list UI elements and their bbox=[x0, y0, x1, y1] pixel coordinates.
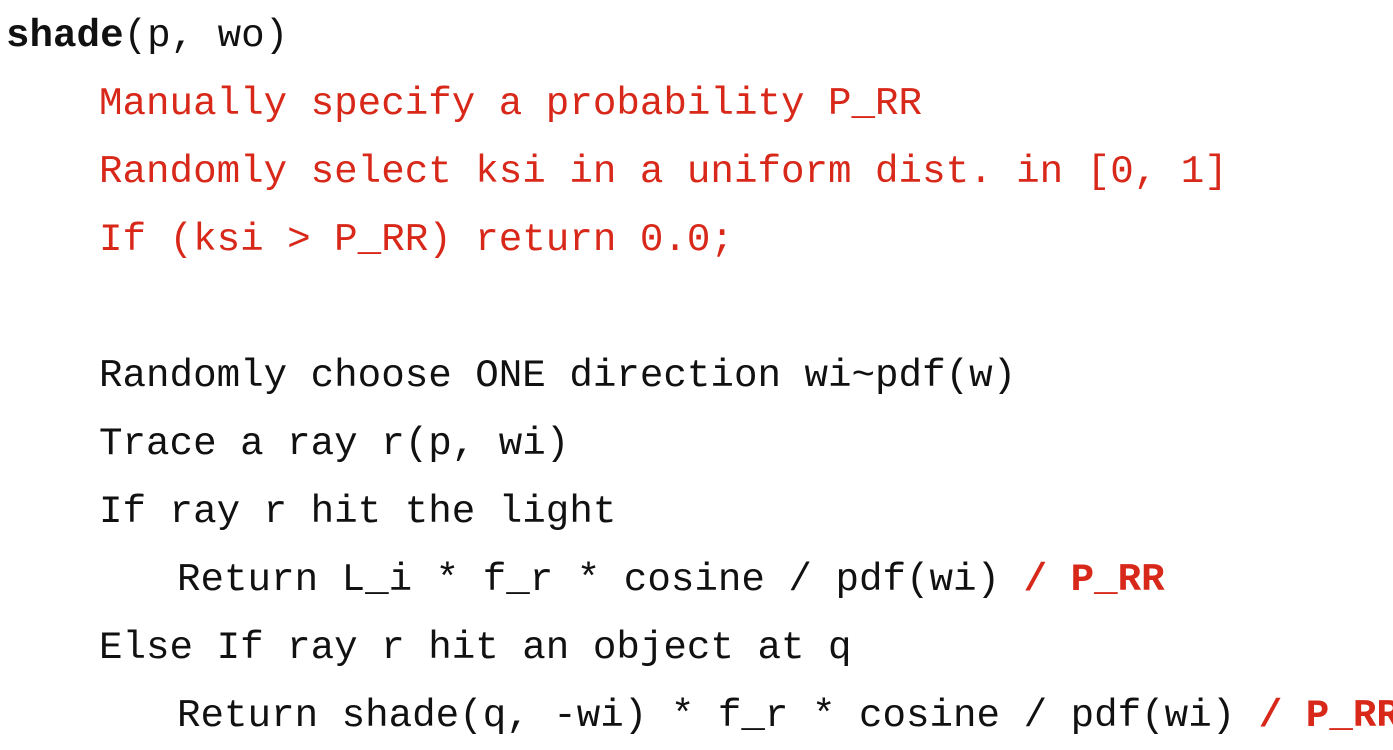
code-token: Randomly select ksi in a uniform dist. i… bbox=[99, 149, 1228, 194]
code-token: If ray r hit the light bbox=[99, 489, 617, 534]
code-line: Return shade(q, -wi) * f_r * cosine / pd… bbox=[0, 682, 1393, 750]
code-token: Else If ray r hit an object at q bbox=[99, 625, 852, 670]
code-token: Manually specify a probability P_RR bbox=[99, 81, 923, 126]
code-token: shade bbox=[6, 13, 124, 58]
pseudocode-block: shade(p, wo) Manually specify a probabili… bbox=[0, 0, 1393, 738]
code-line: Manually specify a probability P_RR bbox=[0, 70, 1393, 138]
code-token: If (ksi > P_RR) return 0.0; bbox=[99, 217, 734, 262]
code-token: (p, wo) bbox=[123, 13, 289, 58]
code-token: Randomly choose ONE direction wi~pdf(w) bbox=[99, 353, 1017, 398]
code-line: If (ksi > P_RR) return 0.0; bbox=[0, 206, 1393, 274]
code-line: shade(p, wo) bbox=[0, 2, 1393, 70]
code-token: Return L_i * f_r * cosine / pdf(wi) bbox=[177, 557, 1024, 602]
code-line: Randomly choose ONE direction wi~pdf(w) bbox=[0, 342, 1393, 410]
code-line: Randomly select ksi in a uniform dist. i… bbox=[0, 138, 1393, 206]
code-token: Trace a ray r(p, wi) bbox=[99, 421, 570, 466]
code-line: If ray r hit the light bbox=[0, 478, 1393, 546]
code-line: Trace a ray r(p, wi) bbox=[0, 410, 1393, 478]
code-line: Else If ray r hit an object at q bbox=[0, 614, 1393, 682]
code-line: Return L_i * f_r * cosine / pdf(wi) / P_… bbox=[0, 546, 1393, 614]
code-token: Return shade(q, -wi) * f_r * cosine / pd… bbox=[177, 693, 1259, 738]
code-token: / P_RR bbox=[1023, 557, 1165, 602]
code-token: / P_RR bbox=[1258, 693, 1393, 738]
